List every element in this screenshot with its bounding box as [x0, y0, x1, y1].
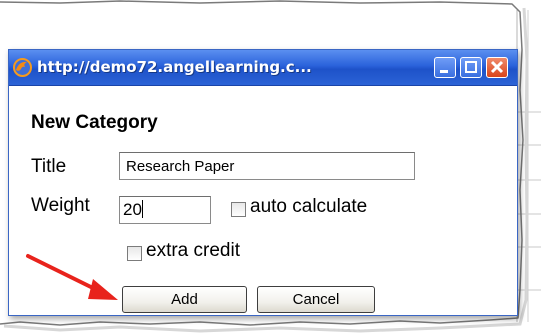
extra-credit-label: extra credit	[146, 240, 240, 261]
weight-value: 20	[123, 200, 142, 219]
close-icon	[490, 60, 504, 74]
minimize-icon	[440, 70, 448, 73]
form-heading: New Category	[31, 112, 158, 133]
text-cursor	[141, 200, 143, 218]
add-button[interactable]: Add	[122, 286, 247, 313]
weight-label: Weight	[31, 195, 90, 216]
auto-calculate-checkbox[interactable]	[231, 202, 246, 217]
title-label: Title	[31, 156, 67, 177]
firefox-icon	[13, 58, 32, 77]
maximize-button[interactable]	[460, 57, 482, 78]
close-button[interactable]	[486, 57, 508, 78]
maximize-icon	[465, 61, 477, 73]
weight-input[interactable]: 20	[119, 196, 211, 224]
new-category-popup: http://demo72.angellearning.c... New Cat…	[8, 49, 518, 316]
title-input[interactable]: Research Paper	[119, 152, 415, 180]
popup-content: New Category Title Research Paper Weight…	[9, 86, 517, 315]
minimize-button[interactable]	[434, 57, 456, 78]
auto-calculate-label: auto calculate	[250, 196, 368, 217]
window-title: http://demo72.angellearning.c...	[37, 58, 312, 76]
popup-titlebar[interactable]: http://demo72.angellearning.c...	[9, 50, 517, 86]
extra-credit-checkbox[interactable]	[127, 246, 142, 261]
cancel-button[interactable]: Cancel	[257, 286, 375, 313]
